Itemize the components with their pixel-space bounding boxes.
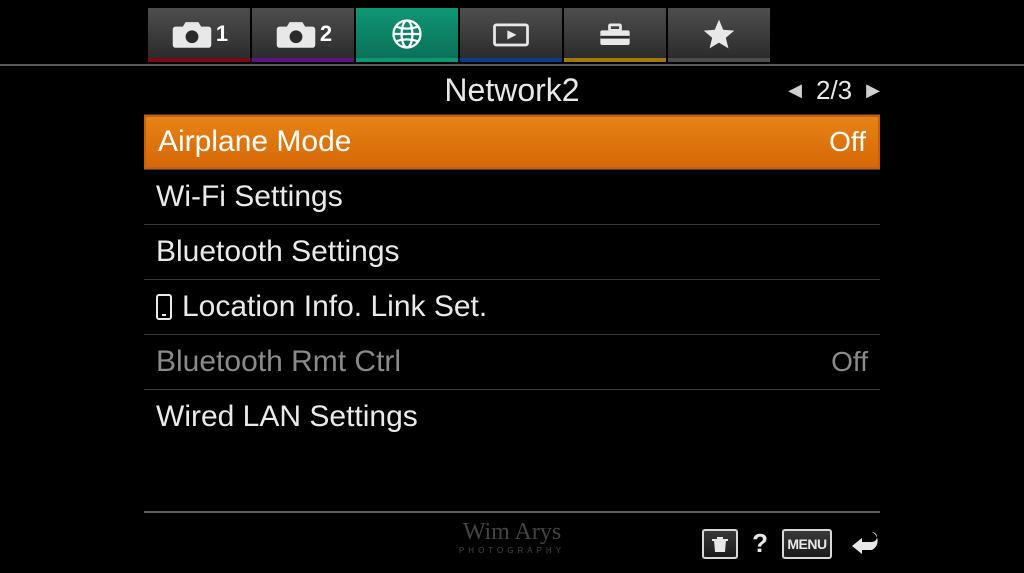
- star-icon: [697, 16, 741, 52]
- menu-list: Airplane Mode Off Wi-Fi Settings Bluetoo…: [0, 114, 1024, 444]
- tab-network[interactable]: [356, 8, 458, 60]
- menu-item-bluetooth-settings[interactable]: Bluetooth Settings: [144, 225, 880, 279]
- camera-menu-screen: 1 2 Network2 ◀ 2/3: [0, 0, 1024, 573]
- menu-item-wired-lan-settings[interactable]: Wired LAN Settings: [144, 390, 880, 444]
- tab-playback[interactable]: [460, 8, 562, 60]
- camera-icon: [170, 16, 214, 52]
- menu-button[interactable]: MENU: [782, 529, 832, 559]
- help-button[interactable]: ?: [752, 528, 768, 559]
- tab-camera-2[interactable]: 2: [252, 8, 354, 60]
- top-tab-bar: 1 2: [0, 0, 1024, 60]
- menu-button-label: MENU: [787, 536, 826, 552]
- menu-item-location-info-link[interactable]: Location Info. Link Set.: [144, 280, 880, 334]
- globe-icon: [385, 16, 429, 52]
- menu-item-value: Off: [831, 346, 868, 378]
- menu-item-label: Bluetooth Rmt Ctrl: [156, 345, 401, 379]
- camera-icon: [274, 16, 318, 52]
- watermark: Wim Arys PHOTOGRAPHY: [459, 519, 565, 555]
- tab-favorites[interactable]: [668, 8, 770, 60]
- tab-number: 2: [320, 21, 332, 47]
- menu-item-label: Airplane Mode: [158, 125, 351, 159]
- tab-number: 1: [216, 21, 228, 47]
- back-arrow-icon: [846, 526, 880, 556]
- playback-icon: [489, 16, 533, 52]
- bottom-bar: ? MENU: [702, 526, 880, 561]
- menu-item-label: Wi-Fi Settings: [156, 180, 343, 214]
- toolbox-icon: [593, 16, 637, 52]
- menu-item-label: Wired LAN Settings: [156, 400, 418, 434]
- back-button[interactable]: [846, 526, 880, 561]
- page-header: Network2 ◀ 2/3 ▶: [0, 66, 1024, 114]
- page-number: 2/3: [816, 75, 852, 106]
- menu-item-airplane-mode[interactable]: Airplane Mode Off: [144, 115, 880, 169]
- menu-item-wifi-settings[interactable]: Wi-Fi Settings: [144, 170, 880, 224]
- menu-item-bluetooth-rmt-ctrl: Bluetooth Rmt Ctrl Off: [144, 335, 880, 389]
- smartphone-icon: [156, 294, 172, 320]
- delete-button[interactable]: [702, 529, 738, 559]
- menu-item-label: Bluetooth Settings: [156, 235, 400, 269]
- tab-setup[interactable]: [564, 8, 666, 60]
- trash-icon: [710, 534, 730, 554]
- menu-item-label: Location Info. Link Set.: [182, 290, 487, 324]
- page-indicator[interactable]: ◀ 2/3 ▶: [788, 75, 880, 106]
- page-next-icon[interactable]: ▶: [866, 80, 880, 101]
- tab-camera-1[interactable]: 1: [148, 8, 250, 60]
- menu-item-value: Off: [829, 126, 866, 158]
- page-prev-icon[interactable]: ◀: [788, 80, 802, 101]
